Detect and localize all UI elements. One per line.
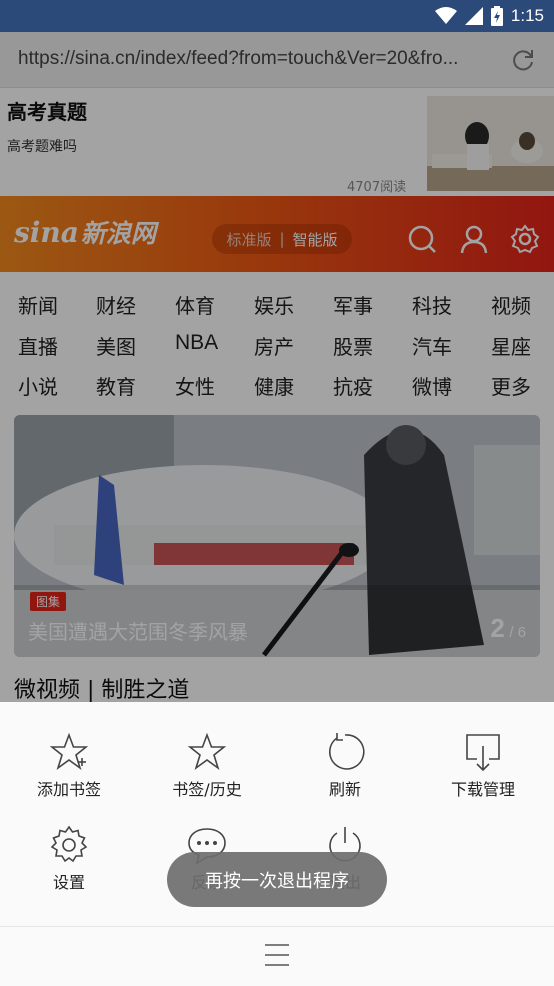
menu-divider [0,926,554,927]
download-icon [466,734,500,772]
gear-icon [50,825,88,863]
star-add-icon [49,732,89,771]
menu-bookmarks-history[interactable]: 书签/历史 [138,732,276,800]
menu-download-manager[interactable]: 下载管理 [414,732,552,800]
status-bar: 1:15 [0,0,554,32]
battery-icon [490,6,503,26]
star-icon [187,732,227,771]
status-icons: 1:15 [434,0,544,32]
menu-settings[interactable]: 设置 [0,825,138,893]
dim-overlay[interactable] [0,32,554,702]
cellular-signal-icon [464,7,483,25]
menu-add-bookmark[interactable]: 添加书签 [0,732,138,800]
refresh-icon [328,733,365,770]
menu-refresh[interactable]: 刷新 [276,732,414,800]
browser-menu: 添加书签 书签/历史 刷新 下载管理 设置 反馈 [0,702,554,986]
wifi-icon [434,7,457,24]
status-time: 1:15 [510,6,544,25]
menu-collapse-icon[interactable] [264,942,290,968]
exit-toast: 再按一次退出程序 [167,852,387,907]
